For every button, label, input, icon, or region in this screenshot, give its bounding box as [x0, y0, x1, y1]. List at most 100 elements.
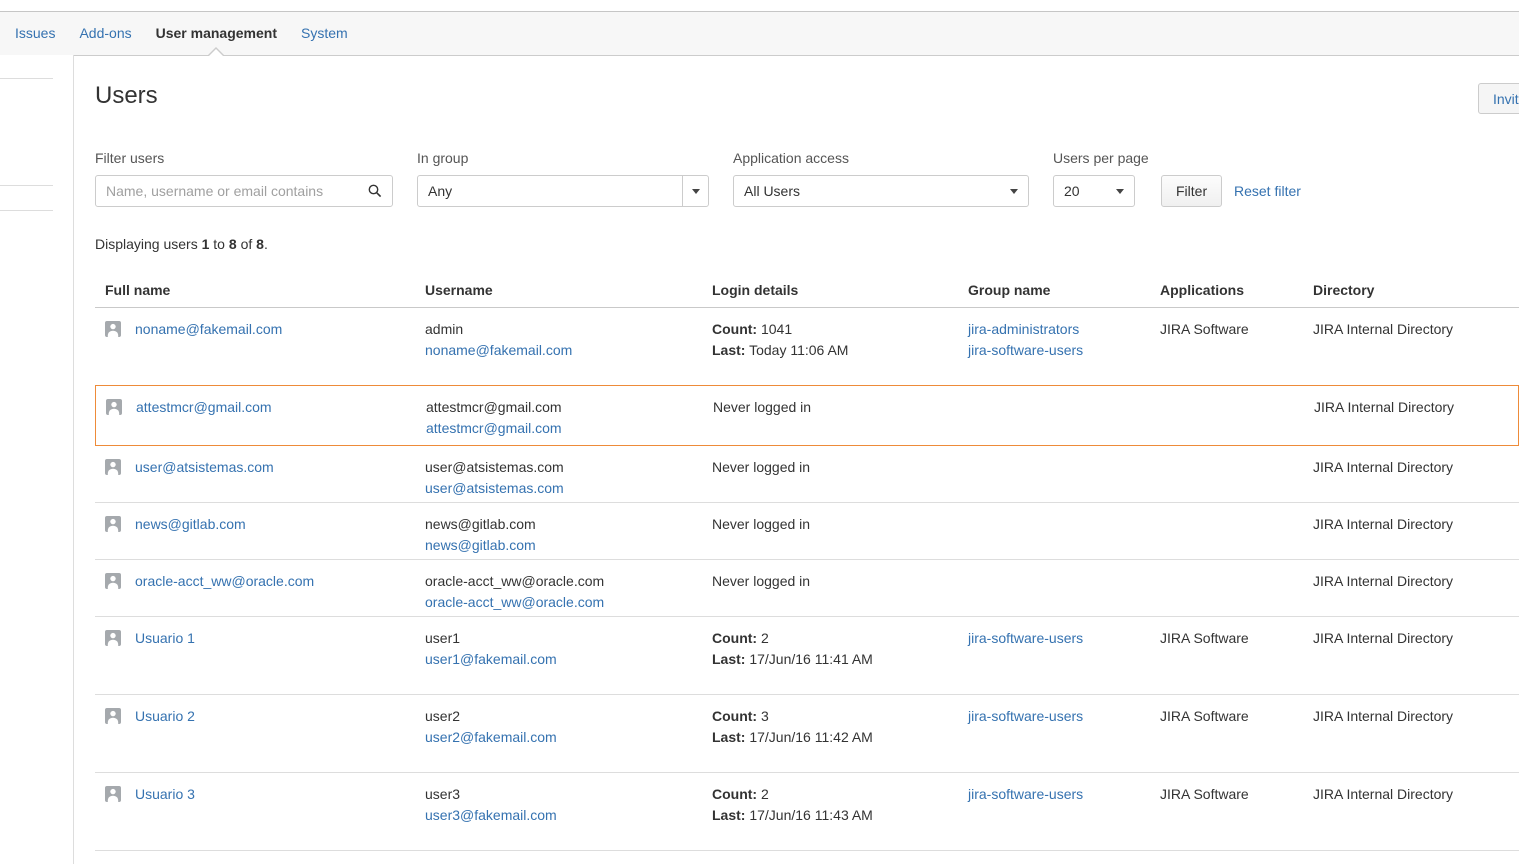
table-row: news@gitlab.com news@gitlab.com news@git…	[95, 503, 1519, 560]
directory-cell: JIRA Internal Directory	[1313, 514, 1453, 535]
nav-item-add-ons[interactable]: Add-ons	[79, 12, 131, 55]
login-last-label: Last:	[712, 807, 745, 823]
login-last-value: 17/Jun/16 11:42 AM	[749, 729, 873, 745]
user-avatar-icon	[105, 516, 121, 538]
left-sidebar	[0, 55, 74, 864]
group-name-cell: jira-administratorsjira-software-users	[968, 319, 1083, 361]
login-details-cell: Count: 3 Last: 17/Jun/16 11:42 AM	[712, 706, 873, 748]
login-details-cell: Count: 2 Last: 17/Jun/16 11:41 AM	[712, 628, 873, 670]
login-count-label: Count:	[712, 630, 757, 646]
user-email-link[interactable]: user3@fakemail.com	[425, 807, 557, 823]
reset-filter-link[interactable]: Reset filter	[1234, 175, 1301, 207]
user-email-link[interactable]: noname@fakemail.com	[425, 342, 572, 358]
in-group-select[interactable]: Any	[417, 175, 709, 207]
admin-top-nav: Issues Add-ons User management System	[0, 11, 1519, 56]
login-count-label: Count:	[712, 321, 757, 337]
group-link-jira-software-users[interactable]: jira-software-users	[968, 340, 1083, 361]
user-email-link[interactable]: oracle-acct_ww@oracle.com	[425, 594, 604, 610]
main-content: Users Invite Filter users In group Appli…	[75, 56, 1519, 864]
users-per-page-select[interactable]: 20	[1053, 175, 1135, 207]
chevron-down-icon	[1010, 189, 1018, 194]
in-group-dropdown-button[interactable]	[682, 176, 708, 206]
directory-cell: JIRA Internal Directory	[1313, 706, 1453, 727]
users-table-body: noname@fakemail.com admin noname@fakemai…	[95, 308, 1519, 851]
full-name-cell: noname@fakemail.com	[105, 319, 282, 343]
user-username: user2	[425, 706, 557, 727]
table-row: attestmcr@gmail.com attestmcr@gmail.com …	[95, 385, 1519, 446]
username-cell: user@atsistemas.com user@atsistemas.com	[425, 457, 564, 499]
column-header-group-name: Group name	[968, 282, 1050, 298]
login-count-value: 2	[761, 786, 769, 802]
user-fullname-link[interactable]: Usuario 1	[135, 628, 195, 649]
login-details-cell: Never logged in	[712, 571, 810, 592]
nav-item-system[interactable]: System	[301, 12, 348, 55]
user-username: user3	[425, 784, 557, 805]
user-email-link[interactable]: user1@fakemail.com	[425, 651, 557, 667]
filter-button[interactable]: Filter	[1161, 175, 1222, 207]
filter-users-label: Filter users	[95, 150, 164, 166]
group-name-cell: jira-software-users	[968, 706, 1083, 727]
user-email-link[interactable]: user@atsistemas.com	[425, 480, 564, 496]
login-counted: Count: 2 Last: 17/Jun/16 11:43 AM	[712, 784, 873, 826]
user-fullname-link[interactable]: oracle-acct_ww@oracle.com	[135, 571, 314, 592]
application-access-select[interactable]: All Users	[733, 175, 1029, 207]
user-email-link[interactable]: news@gitlab.com	[425, 537, 536, 553]
group-link-jira-software-users[interactable]: jira-software-users	[968, 784, 1083, 805]
chevron-down-icon	[692, 189, 700, 194]
directory-cell: JIRA Internal Directory	[1313, 784, 1453, 805]
username-cell: oracle-acct_ww@oracle.com oracle-acct_ww…	[425, 571, 604, 613]
login-last-value: 17/Jun/16 11:41 AM	[749, 651, 873, 667]
nav-item-user-management[interactable]: User management	[156, 12, 277, 55]
application-access-value: All Users	[744, 183, 800, 199]
login-details-cell: Never logged in	[712, 457, 810, 478]
login-last-label: Last:	[712, 729, 745, 745]
username-cell: admin noname@fakemail.com	[425, 319, 572, 361]
user-fullname-link[interactable]: Usuario 2	[135, 706, 195, 727]
group-link-jira-software-users[interactable]: jira-software-users	[968, 706, 1083, 727]
column-header-full-name: Full name	[105, 282, 170, 298]
invite-users-button[interactable]: Invite	[1478, 83, 1519, 114]
user-email-link[interactable]: attestmcr@gmail.com	[426, 420, 562, 436]
users-per-page-value: 20	[1064, 183, 1080, 199]
user-username: oracle-acct_ww@oracle.com	[425, 571, 604, 592]
table-header-row: Full nameUsernameLogin detailsGroup name…	[95, 276, 1519, 308]
full-name-cell: Usuario 1	[105, 628, 195, 652]
applications-cell: JIRA Software	[1160, 319, 1249, 340]
displaying-users-summary: Displaying users 1 to 8 of 8.	[95, 236, 268, 252]
full-name-cell: news@gitlab.com	[105, 514, 246, 538]
user-fullname-link[interactable]: noname@fakemail.com	[135, 319, 282, 340]
sidebar-divider	[0, 78, 53, 79]
applications-cell: JIRA Software	[1160, 706, 1249, 727]
user-avatar-icon	[106, 399, 122, 421]
group-link-jira-administrators[interactable]: jira-administrators	[968, 319, 1083, 340]
user-fullname-link[interactable]: user@atsistemas.com	[135, 457, 274, 478]
user-username: admin	[425, 319, 572, 340]
directory-cell: JIRA Internal Directory	[1313, 628, 1453, 649]
user-fullname-link[interactable]: attestmcr@gmail.com	[136, 397, 272, 418]
directory-cell: JIRA Internal Directory	[1313, 571, 1453, 592]
full-name-cell: user@atsistemas.com	[105, 457, 274, 481]
user-fullname-link[interactable]: Usuario 3	[135, 784, 195, 805]
user-avatar-icon	[105, 786, 121, 808]
user-username: user1	[425, 628, 557, 649]
application-access-label: Application access	[733, 150, 849, 166]
page-title: Users	[95, 82, 158, 110]
login-never-text: Never logged in	[712, 571, 810, 592]
group-link-jira-software-users[interactable]: jira-software-users	[968, 628, 1083, 649]
user-fullname-link[interactable]: news@gitlab.com	[135, 514, 246, 535]
login-details-cell: Count: 2 Last: 17/Jun/16 11:43 AM	[712, 784, 873, 826]
username-cell: user2 user2@fakemail.com	[425, 706, 557, 748]
username-cell: user1 user1@fakemail.com	[425, 628, 557, 670]
login-count-label: Count:	[712, 786, 757, 802]
group-name-cell: jira-software-users	[968, 628, 1083, 649]
login-details-cell: Never logged in	[712, 514, 810, 535]
nav-item-issues[interactable]: Issues	[15, 12, 55, 55]
table-row: noname@fakemail.com admin noname@fakemai…	[95, 308, 1519, 385]
user-email-link[interactable]: user2@fakemail.com	[425, 729, 557, 745]
full-name-cell: attestmcr@gmail.com	[106, 397, 272, 421]
column-header-username: Username	[425, 282, 493, 298]
login-count-value: 2	[761, 630, 769, 646]
login-details-cell: Never logged in	[713, 397, 811, 418]
filter-users-input[interactable]	[95, 175, 393, 207]
user-username: user@atsistemas.com	[425, 457, 564, 478]
